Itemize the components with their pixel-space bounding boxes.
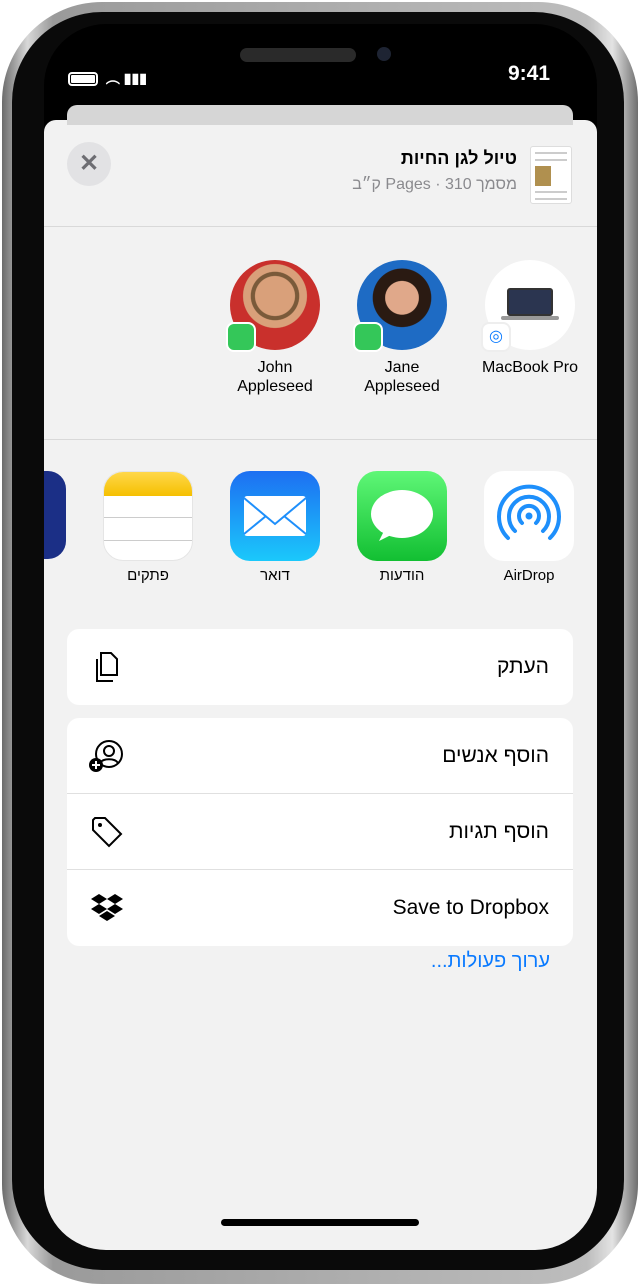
app-airdrop[interactable]: AirDrop — [484, 471, 574, 584]
app-label: הודעות — [379, 567, 425, 584]
actions-group-copy: העתק — [67, 629, 573, 705]
macbook-icon — [507, 288, 553, 316]
action-label: העתק — [496, 655, 549, 678]
wifi-icon: ︵ — [105, 70, 120, 86]
app-messages[interactable]: הודעות — [357, 471, 447, 584]
edit-actions-link[interactable]: ערוך פעולות... — [431, 950, 550, 973]
contact-first-name: John — [257, 359, 293, 376]
document-title: טיול לגן החיות — [400, 148, 517, 168]
messages-badge-icon — [226, 322, 256, 352]
mail-icon — [230, 471, 320, 561]
airdrop-icon — [484, 471, 574, 561]
app-label: דואר — [260, 567, 290, 584]
battery-icon — [68, 72, 98, 87]
contact-jane-appleseed[interactable]: Jane Appleseed — [353, 260, 447, 396]
action-add-tags[interactable]: הוסף תגיות — [67, 794, 573, 870]
notes-icon — [103, 471, 193, 561]
document-thumbnail — [530, 146, 572, 204]
messages-badge-icon — [353, 322, 383, 352]
close-icon: ✕ — [78, 150, 100, 177]
contact-john-appleseed[interactable]: John Appleseed — [226, 260, 320, 396]
tag-icon — [92, 817, 123, 848]
copy-icon — [96, 652, 118, 682]
divider — [44, 226, 597, 227]
actions-group: הוסף אנשים הוסף תגיות Save to Dropbox — [67, 718, 573, 946]
screen: ✕ טיול לגן החיות מסמך Pages · 310 ק״ב Jo… — [44, 24, 597, 1250]
background-sheet — [67, 105, 573, 125]
speaker — [240, 48, 356, 62]
action-label: Save to Dropbox — [392, 896, 549, 919]
device-macbook-pro[interactable]: ◎ MacBook Pro — [475, 260, 585, 377]
action-copy[interactable]: העתק — [67, 629, 573, 705]
action-label: הוסף אנשים — [442, 744, 549, 767]
messages-icon — [357, 471, 447, 561]
more-app-icon[interactable] — [44, 471, 66, 559]
app-mail[interactable]: דואר — [230, 471, 320, 584]
action-label: הוסף תגיות — [448, 820, 549, 843]
action-add-people[interactable]: הוסף אנשים — [67, 718, 573, 794]
contact-first-name: Jane — [384, 359, 420, 376]
action-save-to-dropbox[interactable]: Save to Dropbox — [67, 870, 573, 946]
document-subtitle: מסמך Pages · 310 ק״ב — [352, 176, 517, 193]
airdrop-badge-icon: ◎ — [481, 322, 511, 352]
contact-last-name: Appleseed — [364, 378, 440, 395]
add-people-icon — [89, 740, 123, 772]
dropbox-icon — [91, 894, 123, 921]
contact-last-name: Appleseed — [237, 378, 313, 395]
app-label: AirDrop — [503, 567, 555, 584]
front-camera — [377, 47, 391, 61]
status-time: 9:41 — [508, 62, 551, 85]
signal-icon: ▮▮▮ — [123, 70, 147, 86]
app-notes[interactable]: פתקים — [103, 471, 193, 584]
divider — [44, 439, 597, 440]
status-icons: ︵ ▮▮▮ — [68, 68, 147, 88]
device-name: MacBook Pro — [481, 359, 579, 376]
home-indicator[interactable] — [221, 1219, 419, 1226]
close-button[interactable]: ✕ — [67, 142, 111, 186]
app-label: פתקים — [127, 567, 169, 584]
share-sheet: ✕ טיול לגן החיות מסמך Pages · 310 ק״ב Jo… — [44, 120, 597, 1250]
